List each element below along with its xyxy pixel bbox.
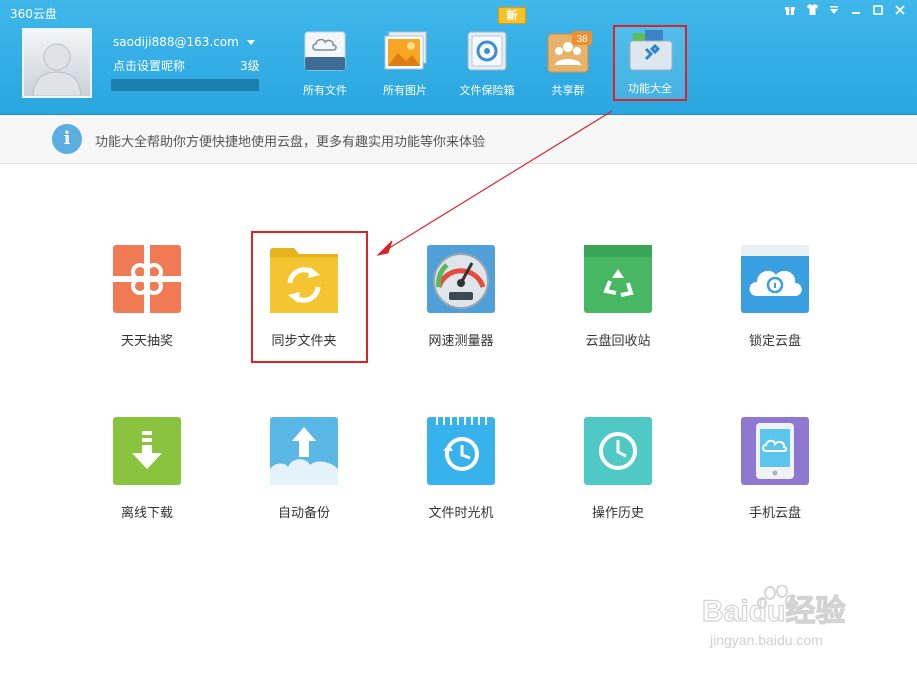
watermark-brand: Baidu经验 (702, 594, 845, 628)
annotation-arrow (376, 110, 613, 256)
watermark: Baidu经验 jingyan.baidu.com (700, 584, 900, 655)
watermark-url: jingyan.baidu.com (709, 632, 823, 648)
